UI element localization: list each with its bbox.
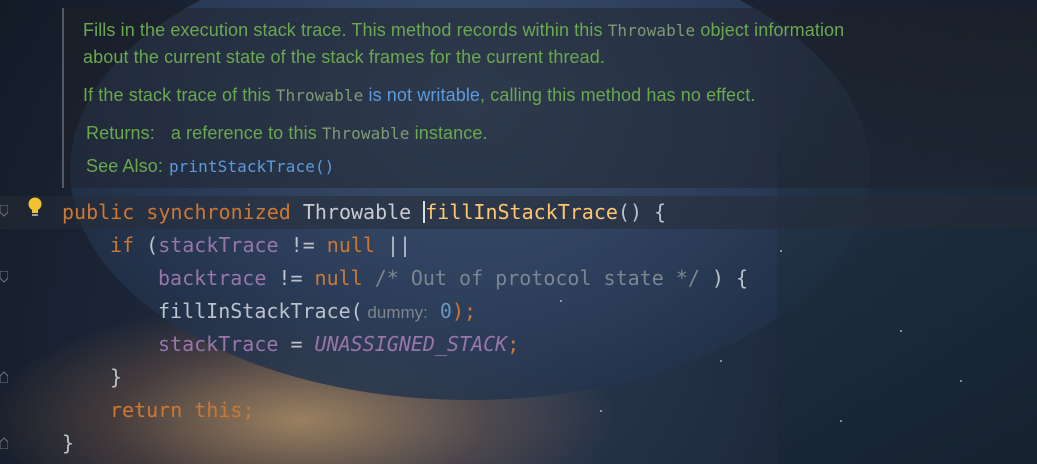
fold-marker-icon[interactable] [0, 271, 8, 283]
code-line-3[interactable]: backtrace != null /* Out of protocol sta… [158, 266, 748, 290]
see-also-label: See Also: [86, 156, 163, 176]
fold-marker-icon[interactable] [0, 437, 8, 449]
javadoc-paragraph-1-line-2: about the current state of the stack fra… [83, 47, 605, 67]
code-line-7[interactable]: return this; [110, 398, 255, 422]
code-line-8[interactable]: } [62, 431, 74, 455]
javadoc-returns: Returns: a reference to this Throwable in… [86, 123, 488, 143]
inline-code: Throwable [321, 124, 410, 143]
code-line-6[interactable]: } [110, 365, 122, 389]
returns-label: Returns: [86, 123, 155, 143]
javadoc-paragraph-2: If the stack trace of this Throwable is … [83, 85, 756, 105]
code-line-1[interactable]: public synchronized Throwable fillInStac… [62, 200, 666, 224]
not-writable-link[interactable]: is not writable [363, 85, 480, 105]
inline-code: Throwable [607, 21, 696, 40]
javadoc-paragraph-1-line-1: Fills in the execution stack trace. This… [83, 20, 845, 40]
inline-code: Throwable [275, 86, 364, 105]
code-line-2[interactable]: if (stackTrace != null || [110, 233, 411, 257]
code-line-5[interactable]: stackTrace = UNASSIGNED_STACK; [158, 332, 519, 356]
method-name[interactable]: fillInStackTrace [425, 200, 618, 224]
parameter-hint: dummy: [362, 303, 428, 322]
editor-viewport: Fills in the execution stack trace. This… [0, 0, 1037, 464]
print-stack-trace-link[interactable]: printStackTrace() [169, 157, 334, 176]
code-line-4[interactable]: fillInStackTrace( dummy: 0); [158, 299, 476, 323]
fold-marker-icon[interactable] [0, 371, 8, 383]
javadoc-see-also: See Also: printStackTrace() [86, 156, 334, 177]
fold-marker-icon[interactable] [0, 205, 8, 217]
lightbulb-icon[interactable] [27, 197, 43, 219]
